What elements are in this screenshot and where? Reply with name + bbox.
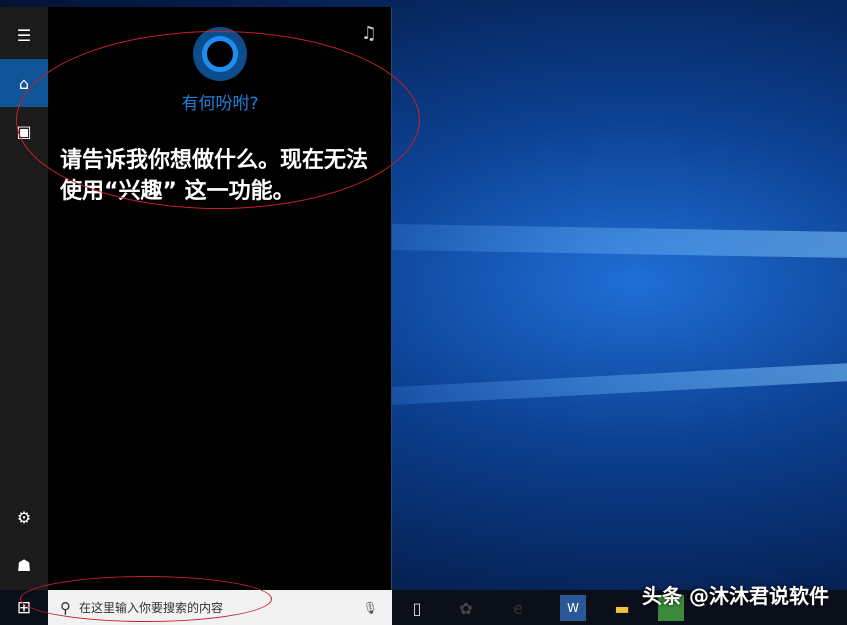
word-icon[interactable]: W [560, 595, 586, 621]
wallpaper-beam [392, 363, 847, 405]
app-icon[interactable]: ✿ [453, 595, 479, 621]
music-recognition-icon[interactable]: ♫ [361, 23, 377, 44]
watermark: 头条 @沐沐君说软件 [642, 580, 829, 609]
hamburger-menu-icon[interactable]: ☰ [0, 11, 48, 59]
microphone-icon[interactable]: 🎙 [363, 601, 378, 615]
settings-gear-icon[interactable]: ⚙ [0, 493, 48, 541]
internet-explorer-icon[interactable]: e [505, 595, 531, 621]
wallpaper-beam [392, 224, 847, 258]
annotation-oval [16, 31, 420, 209]
annotation-oval [20, 576, 272, 622]
task-view-icon[interactable]: ▯ [404, 595, 430, 621]
feedback-icon[interactable]: ☗ [0, 541, 48, 589]
file-explorer-icon[interactable]: ▬ [609, 595, 635, 621]
